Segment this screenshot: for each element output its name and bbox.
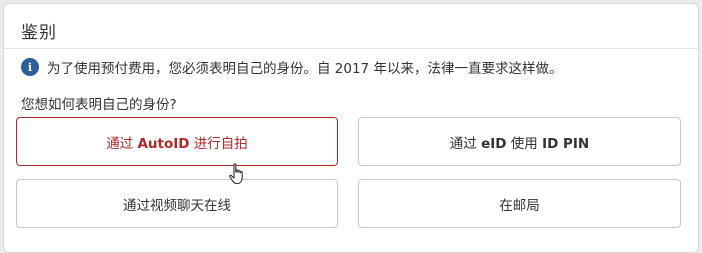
option-label: 通过 AutoID 进行自拍 [106, 135, 248, 152]
title-divider [4, 48, 698, 49]
hand-pointer-cursor-icon [229, 163, 243, 184]
identification-question: 您想如何表明自己的身份? [21, 97, 177, 113]
info-text: 为了使用预付费用，您必须表明自己的身份。自 2017 年以来，法律一直要求这样做… [47, 61, 563, 77]
option-label: 通过视频聊天在线 [123, 197, 231, 214]
option-label: 在邮局 [499, 197, 540, 214]
info-icon: i [21, 58, 39, 76]
video-chat-button[interactable]: 通过视频聊天在线 [16, 179, 338, 228]
eid-pin-button[interactable]: 通过 eID 使用 ID PIN [358, 117, 681, 166]
panel-title: 鉴别 [21, 23, 57, 43]
option-label: 通过 eID 使用 ID PIN [449, 135, 590, 152]
post-office-button[interactable]: 在邮局 [358, 179, 681, 228]
info-notice: i 为了使用预付费用，您必须表明自己的身份。自 2017 年以来，法律一直要求这… [21, 57, 562, 77]
autoid-selfie-button[interactable]: 通过 AutoID 进行自拍 [16, 117, 338, 166]
